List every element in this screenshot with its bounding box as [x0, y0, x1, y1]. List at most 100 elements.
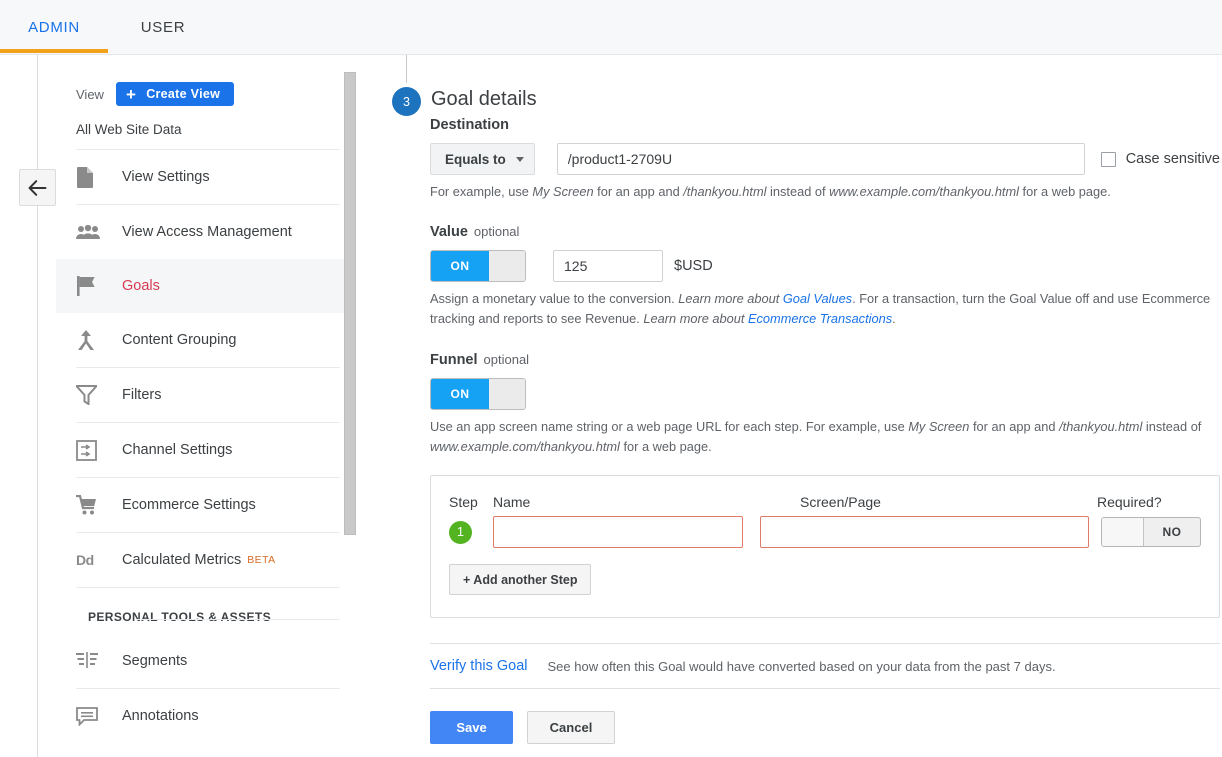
tab-admin[interactable]: ADMIN	[0, 0, 108, 54]
active-tab-indicator	[0, 49, 108, 53]
channel-icon	[76, 440, 106, 461]
annotation-icon	[76, 707, 106, 726]
helper-part: Assign a monetary value to the conversio…	[430, 291, 678, 306]
case-sensitive-label: Case sensitive	[1126, 151, 1220, 167]
funnel-step-screen-page-input[interactable]	[760, 516, 1089, 548]
sidebar-label: Calculated Metrics	[122, 552, 241, 568]
sidebar-label: View Access Management	[122, 224, 292, 240]
destination-helper-text: For example, use My Screen for an app an…	[430, 182, 1220, 202]
verify-goal-row: Verify this Goal See how often this Goal…	[430, 644, 1220, 688]
helper-part: Use an app screen name string or a web p…	[430, 419, 908, 434]
ecommerce-transactions-link[interactable]: Ecommerce Transactions	[748, 311, 892, 326]
sidebar-label: Segments	[122, 653, 187, 669]
sidebar-item-channel-settings[interactable]: Channel Settings	[56, 423, 356, 477]
beta-badge: BETA	[247, 554, 275, 566]
required-toggle-state: NO	[1144, 518, 1200, 546]
helper-part: .	[892, 311, 896, 326]
currency-label: $USD	[674, 258, 713, 274]
flag-icon	[76, 276, 106, 296]
helper-part: instead of	[766, 184, 829, 199]
sidebar-item-view-access-management[interactable]: View Access Management	[56, 205, 356, 259]
value-toggle-state: ON	[431, 251, 489, 281]
helper-part: /thankyou.html	[683, 184, 766, 199]
sidebar-item-filters[interactable]: Filters	[56, 368, 356, 422]
column-header-name: Name	[493, 494, 783, 510]
view-label: View	[76, 87, 104, 102]
funnel-optional-label: optional	[484, 352, 530, 367]
verify-this-goal-link[interactable]: Verify this Goal	[430, 658, 528, 674]
tab-user[interactable]: USER	[108, 0, 218, 54]
chevron-down-icon	[516, 157, 524, 162]
match-type-value: Equals to	[445, 152, 506, 167]
create-view-label: Create View	[146, 87, 220, 101]
match-type-select[interactable]: Equals to	[430, 143, 535, 175]
helper-part: for a web page.	[1019, 184, 1111, 199]
sidebar-item-annotations[interactable]: Annotations	[56, 689, 356, 743]
admin-sidebar: View + Create View All Web Site Data Vie…	[56, 55, 356, 757]
step-number-badge: 3	[392, 87, 421, 116]
funnel-label: Funnel	[430, 352, 478, 368]
current-view-name: All Web Site Data	[56, 106, 356, 149]
dd-icon: Dd	[76, 552, 106, 568]
case-sensitive-checkbox[interactable]	[1101, 152, 1116, 167]
funnel-step-row: 1 NO	[449, 516, 1201, 548]
value-toggle-knob	[489, 251, 525, 281]
column-header-step: Step	[449, 494, 481, 510]
add-another-step-button[interactable]: + Add another Step	[449, 564, 591, 595]
plus-icon: +	[126, 86, 136, 103]
value-toggle[interactable]: ON	[430, 250, 526, 282]
value-label-group: Value optional	[430, 224, 1220, 240]
helper-part: Learn more about	[678, 291, 783, 306]
funnel-step-required-toggle[interactable]: NO	[1101, 517, 1201, 547]
sidebar-section-personal-tools: PERSONAL TOOLS & ASSETS	[56, 588, 356, 634]
tab-user-label: USER	[141, 19, 185, 36]
funnel-toggle[interactable]: ON	[430, 378, 526, 410]
sidebar-item-content-grouping[interactable]: Content Grouping	[56, 313, 356, 367]
sidebar-label: Content Grouping	[122, 332, 236, 348]
top-navigation-bar: ADMIN USER	[0, 0, 1222, 55]
cancel-button[interactable]: Cancel	[527, 711, 615, 744]
verify-description: See how often this Goal would have conve…	[548, 659, 1056, 674]
step-number-cell: 1	[449, 521, 481, 544]
funnel-label-group: Funnel optional	[430, 352, 1220, 368]
arrow-left-icon	[28, 180, 47, 196]
back-button[interactable]	[19, 169, 56, 206]
case-sensitive-group[interactable]: Case sensitive	[1101, 151, 1220, 167]
funnel-step-name-input[interactable]	[493, 516, 743, 548]
view-selector-row: View + Create View	[56, 55, 356, 106]
value-label: Value	[430, 224, 468, 240]
helper-part: for an app and	[594, 184, 684, 199]
value-helper-text: Assign a monetary value to the conversio…	[430, 289, 1220, 329]
create-view-button[interactable]: + Create View	[116, 82, 234, 106]
destination-input[interactable]	[557, 143, 1085, 175]
value-amount-input[interactable]	[553, 250, 663, 282]
divider	[430, 688, 1220, 689]
sidebar-item-view-settings[interactable]: View Settings	[56, 150, 356, 204]
sidebar-item-segments[interactable]: Segments	[56, 634, 356, 688]
goal-values-link[interactable]: Goal Values	[783, 291, 852, 306]
sidebar-label: Goals	[122, 278, 160, 294]
tab-admin-label: ADMIN	[28, 19, 80, 36]
destination-row: Equals to Case sensitive	[430, 143, 1220, 175]
admin-page: ADMIN USER View + Create View All Web Si…	[0, 0, 1222, 757]
sidebar-item-ecommerce-settings[interactable]: Ecommerce Settings	[56, 478, 356, 532]
sidebar-item-goals[interactable]: Goals	[56, 259, 356, 313]
sidebar-item-calculated-metrics[interactable]: Dd Calculated Metrics BETA	[56, 533, 356, 587]
page-title: Goal details	[431, 88, 537, 111]
funnel-column-headers: Step Name Screen/Page Required?	[449, 494, 1201, 510]
people-icon	[76, 225, 106, 240]
sidebar-label: Channel Settings	[122, 442, 232, 458]
column-header-screen-page: Screen/Page	[800, 494, 1085, 510]
step-index-badge: 1	[449, 521, 472, 544]
value-optional-label: optional	[474, 224, 520, 239]
helper-part: My Screen	[908, 419, 969, 434]
form-actions: Save Cancel	[430, 711, 1220, 744]
funnel-helper-text: Use an app screen name string or a web p…	[430, 417, 1220, 457]
save-button[interactable]: Save	[430, 711, 513, 744]
destination-label: Destination	[430, 117, 1220, 133]
funnel-toggle-row: ON	[430, 378, 1220, 410]
sidebar-scrollbar-thumb[interactable]	[344, 72, 356, 535]
cart-icon	[76, 495, 106, 515]
goal-details-panel: 3 Goal details Destination Equals to Cas…	[385, 55, 1222, 757]
helper-part: /thankyou.html	[1059, 419, 1142, 434]
